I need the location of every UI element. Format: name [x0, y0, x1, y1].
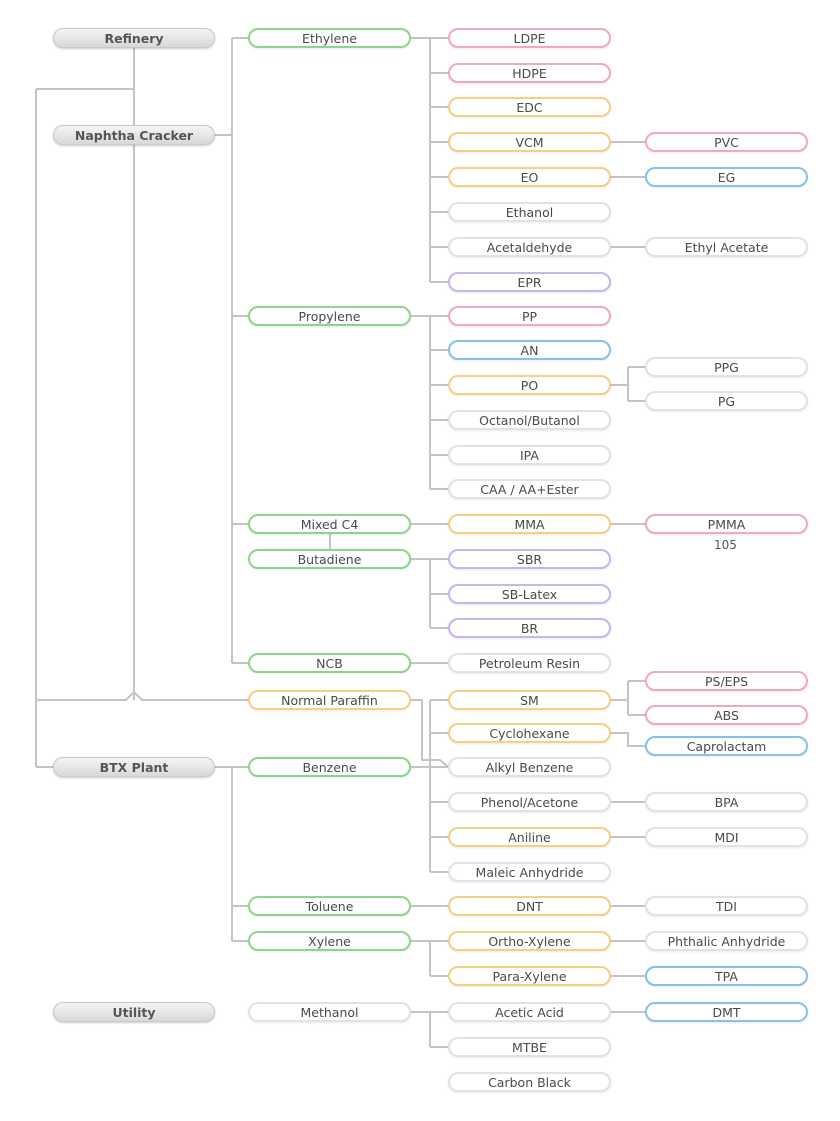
node-carbon-black: Carbon Black — [448, 1072, 611, 1092]
node-methanol: Methanol — [248, 1002, 411, 1022]
node-alkyl-benzene: Alkyl Benzene — [448, 757, 611, 777]
node-xylene: Xylene — [248, 931, 411, 951]
node-bpa: BPA — [645, 792, 808, 812]
node-caprolactam: Caprolactam — [645, 736, 808, 756]
node-acetic-acid: Acetic Acid — [448, 1002, 611, 1022]
node-dnt: DNT — [448, 896, 611, 916]
node-tdi: TDI — [645, 896, 808, 916]
node-acetaldehyde: Acetaldehyde — [448, 237, 611, 257]
node-phenol-acetone: Phenol/Acetone — [448, 792, 611, 812]
node-pmma: PMMA — [645, 514, 808, 534]
node-propylene: Propylene — [248, 306, 411, 326]
node-ps-eps: PS/EPS — [645, 671, 808, 691]
node-cyclohexane: Cyclohexane — [448, 723, 611, 743]
node-ncb: NCB — [248, 653, 411, 673]
node-benzene: Benzene — [248, 757, 411, 777]
node-mtbe: MTBE — [448, 1037, 611, 1057]
node-edc: EDC — [448, 97, 611, 117]
node-pg: PG — [645, 391, 808, 411]
node-ethanol: Ethanol — [448, 202, 611, 222]
node-an: AN — [448, 340, 611, 360]
node-petroleum-resin: Petroleum Resin — [448, 653, 611, 673]
node-br: BR — [448, 618, 611, 638]
node-ortho-xylene: Ortho-Xylene — [448, 931, 611, 951]
node-epr: EPR — [448, 272, 611, 292]
node-normal-paraffin: Normal Paraffin — [248, 690, 411, 710]
node-abs: ABS — [645, 705, 808, 725]
node-ipa: IPA — [448, 445, 611, 465]
node-eg: EG — [645, 167, 808, 187]
node-phthalic-anhydride: Phthalic Anhydride — [645, 931, 808, 951]
node-ethyl-acetate: Ethyl Acetate — [645, 237, 808, 257]
node-vcm: VCM — [448, 132, 611, 152]
node-maleic-anhydride: Maleic Anhydride — [448, 862, 611, 882]
node-toluene: Toluene — [248, 896, 411, 916]
node-utility: Utility — [53, 1002, 215, 1022]
node-caa: CAA / AA+Ester — [448, 479, 611, 499]
node-aniline: Aniline — [448, 827, 611, 847]
node-butadiene: Butadiene — [248, 549, 411, 569]
node-mixed-c4: Mixed C4 — [248, 514, 411, 534]
node-mma: MMA — [448, 514, 611, 534]
node-ldpe: LDPE — [448, 28, 611, 48]
node-ppg: PPG — [645, 357, 808, 377]
node-pp: PP — [448, 306, 611, 326]
node-po: PO — [448, 375, 611, 395]
node-mdi: MDI — [645, 827, 808, 847]
node-refinery: Refinery — [53, 28, 215, 48]
node-octanol-butanol: Octanol/Butanol — [448, 410, 611, 430]
node-sb-latex: SB-Latex — [448, 584, 611, 604]
node-sm: SM — [448, 690, 611, 710]
node-ethylene: Ethylene — [248, 28, 411, 48]
node-para-xylene: Para-Xylene — [448, 966, 611, 986]
node-dmt: DMT — [645, 1002, 808, 1022]
node-eo: EO — [448, 167, 611, 187]
node-tpa: TPA — [645, 966, 808, 986]
node-naphtha-cracker: Naphtha Cracker — [53, 125, 215, 145]
node-hdpe: HDPE — [448, 63, 611, 83]
node-pvc: PVC — [645, 132, 808, 152]
node-sbr: SBR — [448, 549, 611, 569]
pmma-note: 105 — [714, 538, 737, 552]
node-btx-plant: BTX Plant — [53, 757, 215, 777]
